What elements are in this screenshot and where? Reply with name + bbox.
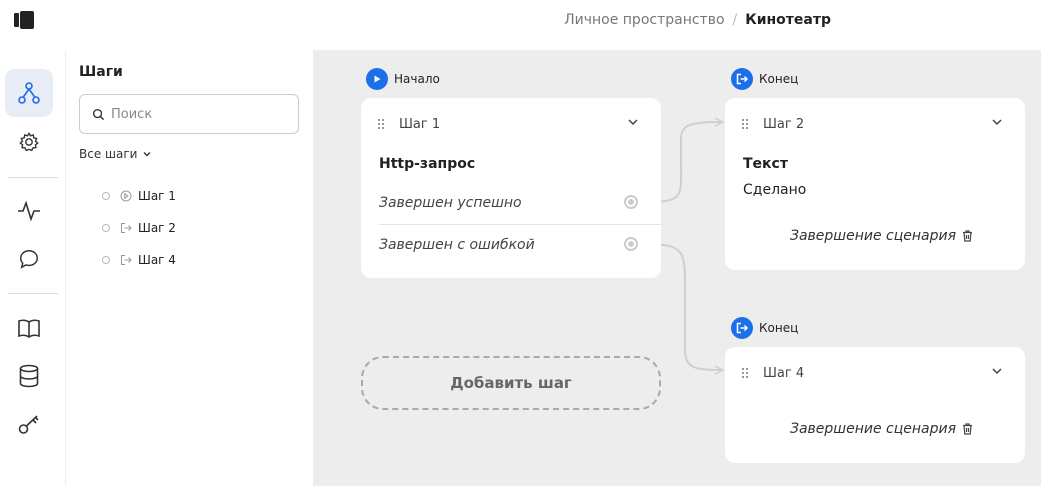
card-title: Шаг 1: [399, 116, 441, 132]
status-dot: [102, 192, 110, 200]
steps-list: Шаг 1 Шаг 2 Шаг 4: [102, 180, 176, 276]
step-type: Текст: [743, 156, 788, 172]
rail-divider: [8, 293, 58, 294]
search-box[interactable]: [79, 94, 299, 134]
step-card-1[interactable]: Шаг 1 Http-запрос Завершен успешно Завер…: [361, 98, 661, 278]
card-header: Шаг 4: [725, 347, 1025, 399]
breadcrumb-separator: /: [732, 12, 738, 28]
card-title: Шаг 2: [763, 116, 805, 132]
finish-label: Завершение сценария: [790, 228, 957, 244]
rail-item-chat[interactable]: [5, 235, 53, 283]
workflow-icon: [18, 82, 40, 104]
play-icon: [366, 68, 388, 90]
step-type: Http-запрос: [379, 156, 476, 172]
key-icon: [18, 415, 39, 434]
card-header: Шаг 2: [725, 98, 1025, 150]
drag-handle-icon[interactable]: [741, 367, 749, 379]
workflow-canvas[interactable]: Начало Шаг 1 Http-запрос Завершен успешн…: [313, 50, 1041, 486]
step-label: Шаг 4: [138, 253, 176, 267]
output-port-error[interactable]: [624, 237, 638, 251]
chevron-down-icon[interactable]: [627, 116, 639, 128]
exit-icon: [731, 317, 753, 339]
start-label: Начало: [366, 68, 440, 90]
chevron-down-icon[interactable]: [991, 116, 1003, 128]
steps-filter-dropdown[interactable]: Все шаги: [79, 147, 152, 161]
start-label-text: Начало: [394, 72, 440, 86]
card-divider: [379, 224, 661, 225]
chat-icon: [20, 250, 38, 269]
book-icon: [18, 319, 40, 338]
add-step-button[interactable]: Добавить шаг: [361, 356, 661, 410]
activity-icon: [18, 200, 40, 222]
card-title: Шаг 4: [763, 365, 805, 381]
panel-title: Шаги: [79, 64, 123, 80]
list-item-step-1[interactable]: Шаг 1: [102, 180, 176, 212]
end-label: Конец: [731, 68, 798, 90]
card-header: Шаг 1: [361, 98, 661, 150]
list-item-step-4[interactable]: Шаг 4: [102, 244, 176, 276]
rail-item-activity[interactable]: [5, 187, 53, 235]
exit-icon: [731, 68, 753, 90]
filter-label: Все шаги: [79, 147, 138, 161]
breadcrumb-item-current: Кинотеатр: [745, 12, 831, 28]
rail-item-database[interactable]: [5, 352, 53, 400]
finish-label: Завершение сценария: [790, 421, 957, 437]
search-input[interactable]: [111, 106, 291, 122]
trash-icon[interactable]: [962, 230, 973, 242]
finish-scenario: Завершение сценария: [790, 421, 973, 437]
breadcrumb: Личное пространство / Кинотеатр: [564, 12, 831, 28]
step-card-2[interactable]: Шаг 2 Текст Сделано Завершение сценария: [725, 98, 1025, 270]
left-rail: [0, 50, 66, 486]
outcome-success: Завершен успешно: [379, 195, 522, 211]
database-icon: [19, 364, 39, 388]
output-port-success[interactable]: [624, 195, 638, 209]
search-icon: [92, 108, 105, 120]
end-label: Конец: [731, 317, 798, 339]
exit-icon: [121, 223, 132, 233]
rail-divider: [8, 177, 58, 178]
step-label: Шаг 1: [138, 189, 176, 203]
drag-handle-icon[interactable]: [377, 118, 385, 130]
rail-item-docs[interactable]: [5, 304, 53, 352]
top-bar: Личное пространство / Кинотеатр: [0, 0, 1041, 50]
play-circle-icon: [120, 190, 132, 202]
rail-item-workflow[interactable]: [5, 69, 53, 117]
trash-icon[interactable]: [962, 423, 973, 435]
steps-panel: Шаги Все шаги Шаг 1: [66, 50, 313, 486]
step-text-value: Сделано: [743, 182, 807, 198]
chevron-down-icon: [143, 152, 151, 157]
outcome-error: Завершен с ошибкой: [379, 237, 535, 253]
rail-item-keys[interactable]: [5, 400, 53, 448]
end-label-text: Конец: [759, 72, 799, 86]
app-logo-icon[interactable]: [14, 11, 34, 29]
gear-icon: [19, 131, 39, 152]
step-card-4[interactable]: Шаг 4 Завершение сценария: [725, 347, 1025, 463]
drag-handle-icon[interactable]: [741, 118, 749, 130]
end-label-text: Конец: [759, 321, 799, 335]
status-dot: [102, 224, 110, 232]
exit-icon: [121, 255, 132, 265]
status-dot: [102, 256, 110, 264]
chevron-down-icon[interactable]: [991, 365, 1003, 377]
finish-scenario: Завершение сценария: [790, 228, 973, 244]
step-label: Шаг 2: [138, 221, 176, 235]
list-item-step-2[interactable]: Шаг 2: [102, 212, 176, 244]
breadcrumb-item-workspace[interactable]: Личное пространство: [564, 12, 724, 28]
rail-item-settings[interactable]: [5, 118, 53, 166]
